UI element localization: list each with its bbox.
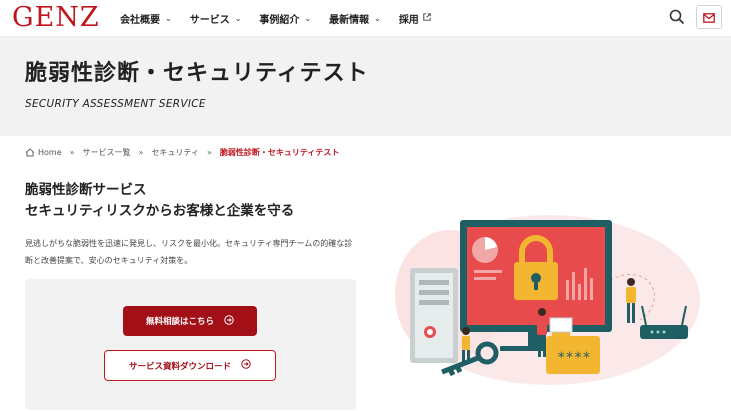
password-folder: **** (546, 330, 600, 374)
breadcrumb-current: 脆弱性診断・セキュリティテスト (219, 148, 340, 157)
breadcrumb-item[interactable]: サービス一覧 (83, 147, 131, 158)
external-link-icon (423, 13, 431, 24)
mail-icon (703, 8, 715, 27)
monitor (460, 220, 612, 351)
breadcrumb-separator: » (138, 148, 144, 157)
nav-label: サービス (189, 15, 230, 26)
nav-item-news[interactable]: 最新情報 ⌄ (329, 11, 381, 26)
heading-line-1: 脆弱性診断サービス (25, 182, 147, 198)
chevron-down-icon: ⌄ (165, 14, 172, 23)
site-logo[interactable]: GENZ (12, 3, 100, 33)
password-text: **** (557, 350, 591, 366)
section-description: 見逃しがちな脆弱性を迅速に発見し、リスクを最小化。セキュリティ専門チームの的確な… (25, 239, 353, 265)
chevron-down-icon: ⌄ (374, 14, 381, 23)
chevron-down-icon: ⌄ (304, 14, 312, 23)
breadcrumb-home[interactable]: Home (25, 148, 62, 157)
breadcrumb-separator: » (69, 148, 75, 157)
search-icon[interactable] (668, 8, 686, 26)
section-heading: 脆弱性診断サービス セキュリティリスクからお客様と企業を守る (25, 180, 294, 222)
heading-line-2: セキュリティリスクからお客様と企業を守る (25, 203, 295, 219)
free-consultation-button[interactable]: 無料相談はこちら (123, 306, 257, 336)
breadcrumb-item[interactable]: セキュリティ (151, 147, 199, 158)
button-label: サービス資料ダウンロード (128, 361, 231, 372)
nav-label: 採用 (398, 15, 419, 26)
breadcrumb-home-label: Home (38, 148, 62, 157)
page-subtitle: SECURITY ASSESSMENT SERVICE (25, 98, 206, 110)
nav-label: 会社概要 (120, 15, 160, 26)
nav-item-services[interactable]: サービス ⌄ (190, 11, 242, 26)
arrow-circle-icon (224, 314, 234, 328)
nav-item-cases[interactable]: 事例紹介 ⌄ (259, 11, 311, 26)
arrow-circle-icon (241, 359, 251, 372)
page-hero: 脆弱性診断・セキュリティテスト SECURITY ASSESSMENT SERV… (0, 37, 731, 136)
home-icon (25, 148, 35, 157)
site-header: GENZ 会社概要 ⌄ サービス ⌄ 事例紹介 ⌄ 最新情報 ⌄ 採用 (0, 0, 731, 37)
download-materials-button[interactable]: サービス資料ダウンロード (104, 350, 276, 381)
chevron-down-icon: ⌄ (234, 14, 242, 23)
nav-item-recruit[interactable]: 採用 (399, 11, 431, 26)
security-illustration: **** (390, 200, 725, 390)
breadcrumb: Home » サービス一覧 » セキュリティ » 脆弱性診断・セキュリティテスト (25, 147, 339, 158)
cta-panel: 無料相談はこちら サービス資料ダウンロード (25, 279, 356, 410)
button-label: 無料相談はこちら (145, 317, 214, 327)
page-title: 脆弱性診断・セキュリティテスト (25, 61, 369, 86)
main-nav: 会社概要 ⌄ サービス ⌄ 事例紹介 ⌄ 最新情報 ⌄ 採用 (120, 0, 449, 37)
server-tower (410, 268, 458, 363)
breadcrumb-separator: » (206, 148, 212, 157)
nav-item-company[interactable]: 会社概要 ⌄ (120, 11, 172, 26)
nav-label: 最新情報 (329, 15, 370, 26)
nav-label: 事例紹介 (259, 15, 300, 26)
mail-button[interactable] (696, 5, 722, 29)
